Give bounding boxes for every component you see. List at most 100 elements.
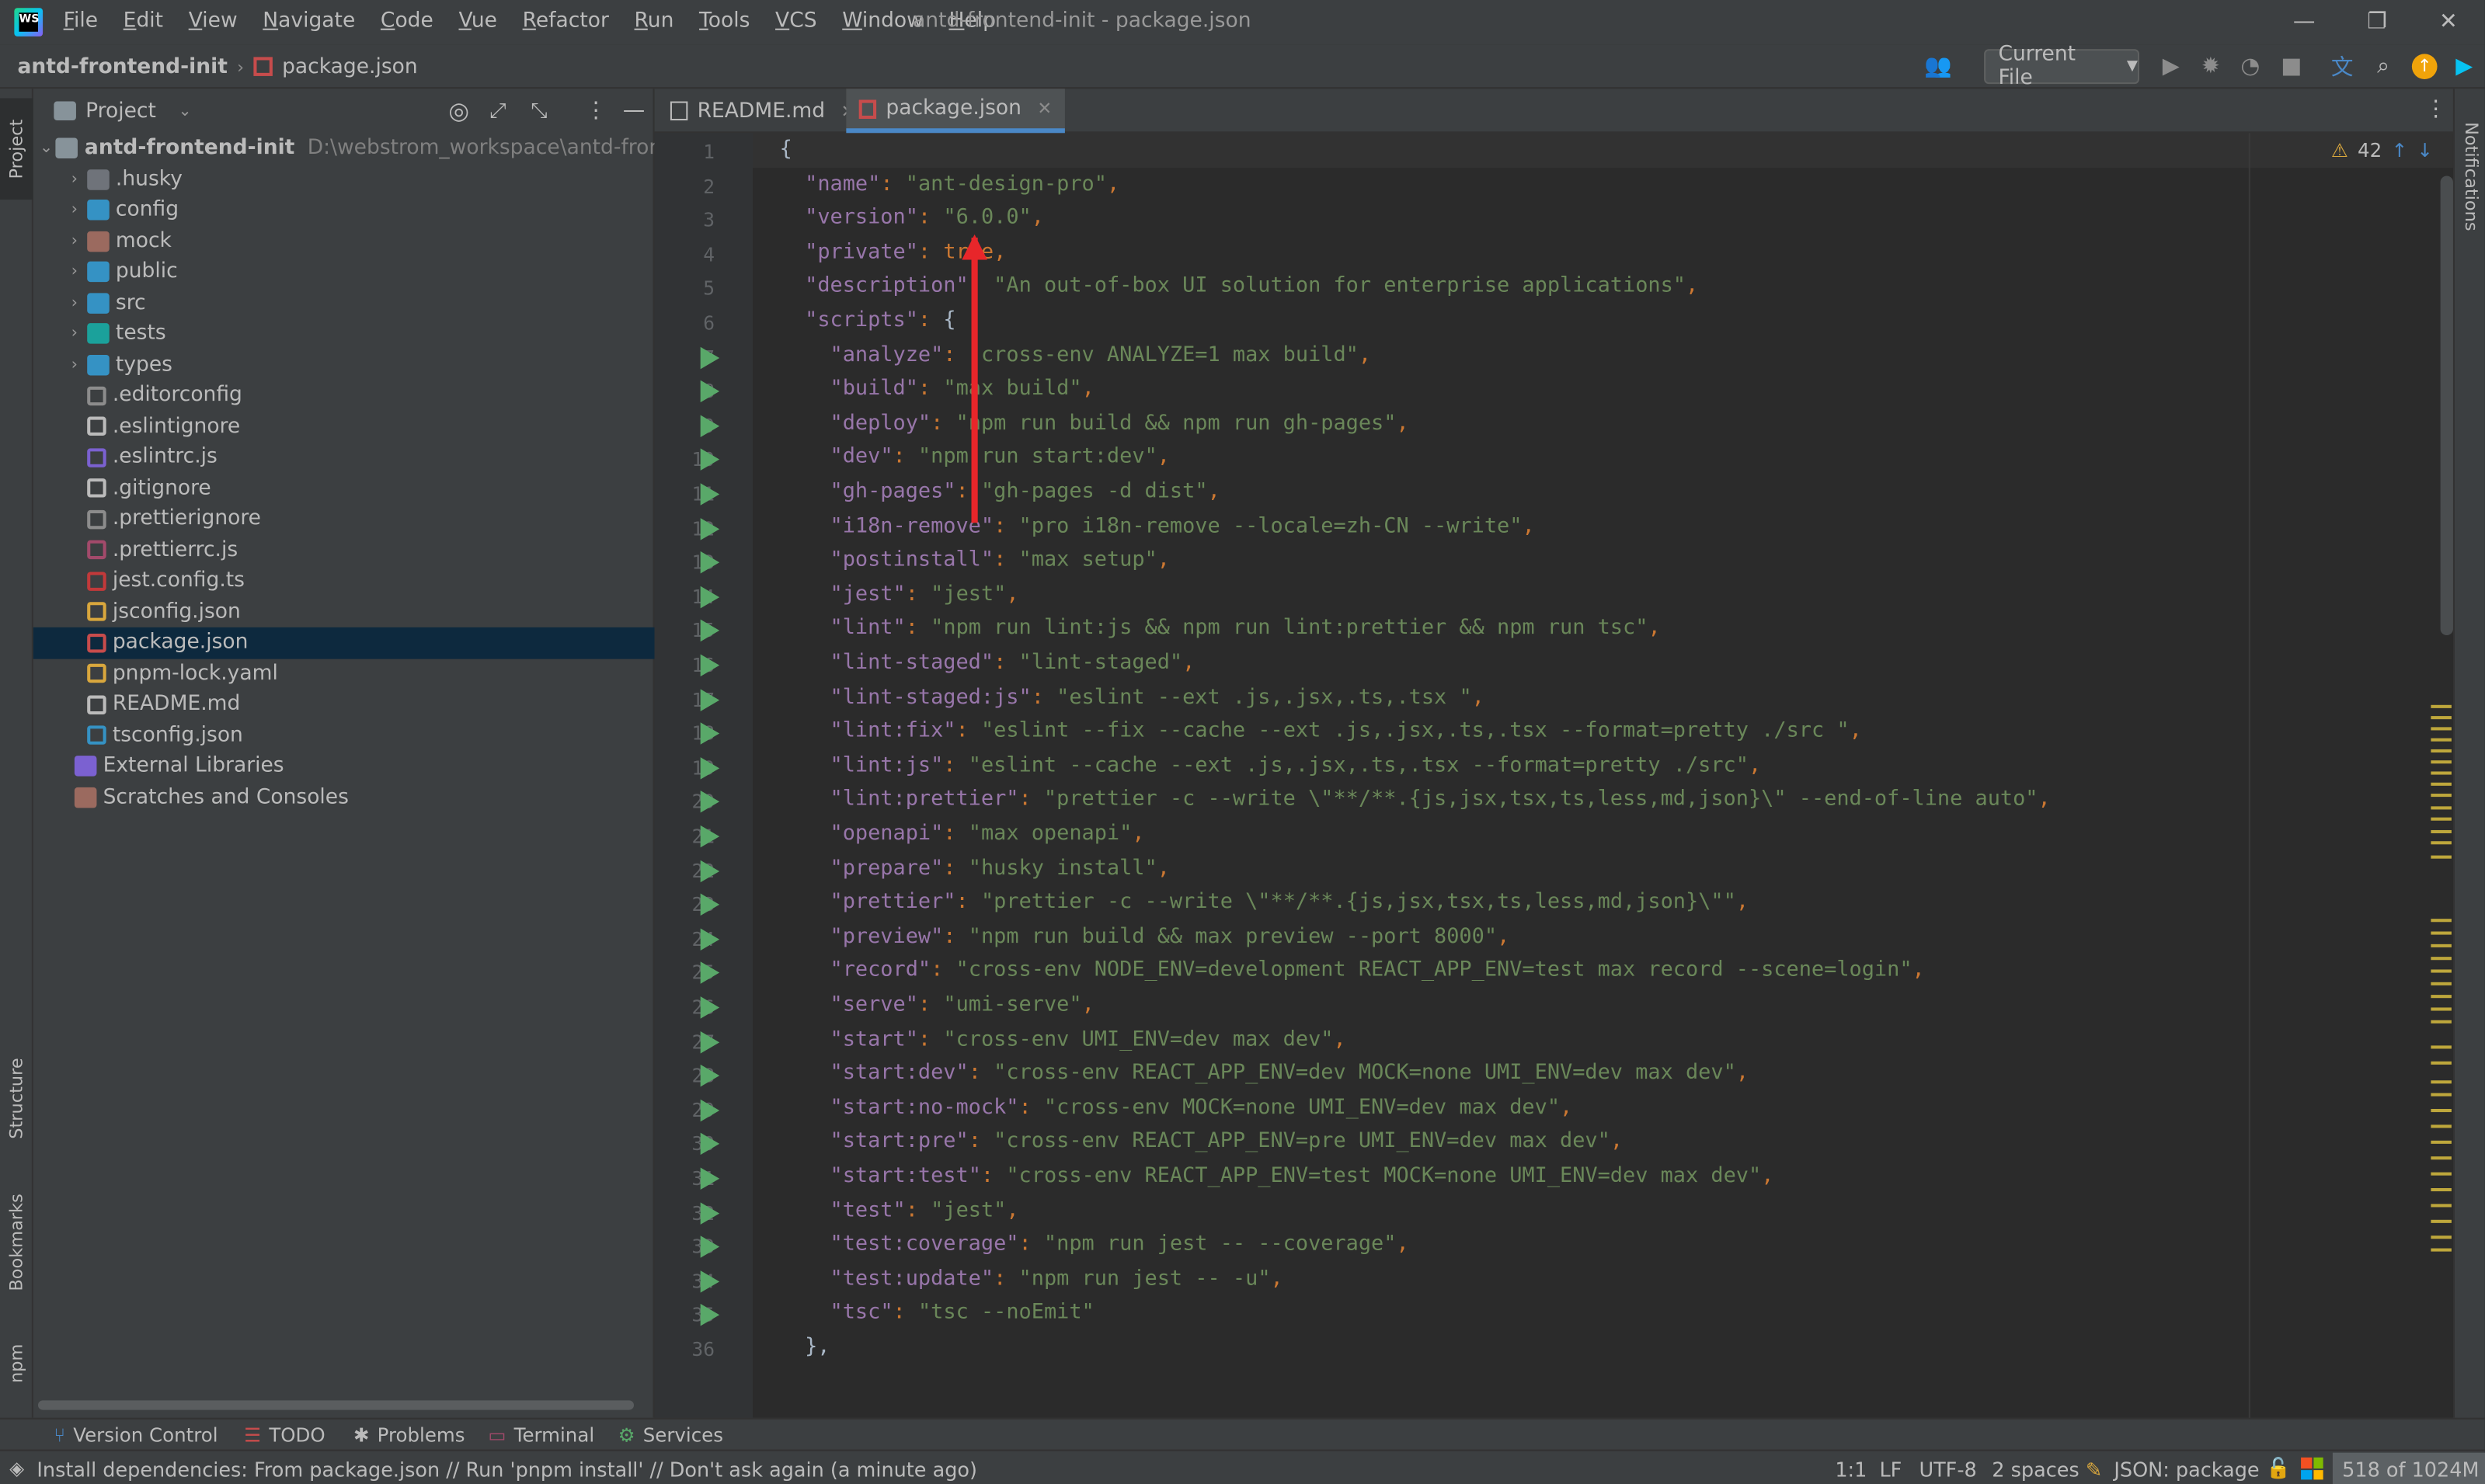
warning-marker[interactable] (2431, 841, 2452, 845)
run-script-icon[interactable] (700, 483, 720, 506)
services-tab[interactable]: ⚙ Services (618, 1420, 723, 1451)
stop-icon[interactable]: ■ (2275, 50, 2307, 82)
project-tool-tab[interactable]: Project (0, 98, 33, 200)
tree-scratches[interactable]: Scratches and Consoles (33, 782, 655, 813)
todo-tab[interactable]: ☰ TODO (244, 1420, 325, 1451)
run-script-icon[interactable] (700, 756, 720, 780)
run-script-icon[interactable] (700, 688, 720, 711)
json-schema[interactable]: JSON: package (2114, 1451, 2259, 1484)
update-icon[interactable]: ↑ (2409, 50, 2441, 82)
project-view-title[interactable]: Project (85, 99, 156, 123)
run-script-icon[interactable] (700, 620, 720, 642)
chevron-right-icon[interactable]: › (65, 226, 84, 257)
tree-file[interactable]: package.json (33, 627, 655, 659)
line-separator[interactable]: LF (1879, 1451, 1902, 1484)
warning-marker[interactable] (2431, 782, 2452, 786)
tree-file[interactable]: pnpm-lock.yaml (33, 659, 655, 690)
run-script-icon[interactable] (700, 1133, 720, 1156)
warning-marker[interactable] (2431, 1204, 2452, 1208)
menu-item-refactor[interactable]: Refactor (510, 0, 621, 44)
project-scrollbar[interactable] (37, 1400, 634, 1410)
caret-position[interactable]: 1:1 (1835, 1451, 1867, 1484)
run-script-icon[interactable] (700, 893, 720, 916)
warning-marker[interactable] (2431, 1061, 2452, 1065)
indent-setting[interactable]: 2 spaces ✎ (1992, 1451, 2102, 1484)
run-script-icon[interactable] (700, 517, 720, 540)
tree-folder[interactable]: › src (33, 287, 655, 318)
status-message[interactable]: ◈ Install dependencies: From package.jso… (9, 1451, 977, 1484)
run-script-icon[interactable] (700, 1099, 720, 1121)
structure-tool-tab[interactable]: Structure (0, 1039, 33, 1158)
memory-indicator[interactable]: 518 of 1024M (2332, 1452, 2485, 1484)
warning-marker[interactable] (2431, 1140, 2452, 1144)
minimize-button[interactable]: — (2267, 0, 2341, 44)
warning-marker[interactable] (2431, 1093, 2452, 1096)
run-script-icon[interactable] (700, 1201, 720, 1225)
warning-marker[interactable] (2431, 944, 2452, 947)
warning-marker[interactable] (2431, 749, 2452, 752)
editor-scrollbar[interactable] (2440, 176, 2453, 636)
tree-file[interactable]: README.md (33, 689, 655, 720)
tree-file[interactable]: .eslintrc.js (33, 442, 655, 473)
warning-marker[interactable] (2431, 727, 2452, 731)
warning-marker[interactable] (2431, 771, 2452, 775)
warning-marker[interactable] (2431, 1045, 2452, 1049)
run-script-icon[interactable] (700, 415, 720, 437)
tab-readme[interactable]: README.md ✕ (658, 89, 868, 133)
run-icon[interactable]: ▶ (2155, 50, 2187, 82)
warning-marker[interactable] (2431, 716, 2452, 720)
expand-all-icon[interactable]: ⤢ (489, 99, 506, 123)
search-icon[interactable]: ⌕ (2368, 50, 2400, 82)
tree-folder[interactable]: › tests (33, 318, 655, 349)
warning-marker[interactable] (2431, 855, 2452, 859)
tree-file[interactable]: .prettierrc.js (33, 535, 655, 566)
file-encoding[interactable]: UTF-8 (1919, 1451, 1976, 1484)
terminal-tab[interactable]: ▭ Terminal (488, 1420, 594, 1451)
menu-item-run[interactable]: Run (621, 0, 687, 44)
run-script-icon[interactable] (700, 449, 720, 471)
menu-item-tools[interactable]: Tools (687, 0, 763, 44)
warning-marker[interactable] (2431, 806, 2452, 810)
problems-tab[interactable]: ✱ Problems (353, 1420, 465, 1451)
tab-package-json[interactable]: package.json ✕ (846, 89, 1065, 134)
warning-marker[interactable] (2431, 1236, 2452, 1239)
bookmarks-tool-tab[interactable]: Bookmarks (0, 1179, 33, 1305)
run-script-icon[interactable] (700, 1167, 720, 1190)
debug-icon[interactable]: ✹ (2194, 50, 2226, 82)
warning-marker[interactable] (2431, 982, 2452, 985)
chevron-right-icon[interactable]: › (65, 318, 84, 349)
inspection-widget[interactable]: ⚠ 42 ↑ ↓ (2331, 140, 2433, 162)
menu-item-vue[interactable]: Vue (446, 0, 510, 44)
tree-folder[interactable]: › mock (33, 226, 655, 257)
run-script-icon[interactable] (700, 551, 720, 574)
warning-marker[interactable] (2431, 738, 2452, 742)
menu-item-navigate[interactable]: Navigate (250, 0, 368, 44)
tree-folder[interactable]: › types (33, 349, 655, 381)
warning-marker[interactable] (2431, 1124, 2452, 1128)
menu-item-view[interactable]: View (176, 0, 250, 44)
arrow-up-icon[interactable]: ↑ (2391, 140, 2407, 162)
version-control-tab[interactable]: ⑂ Version Control (54, 1420, 218, 1451)
warning-marker[interactable] (2431, 817, 2452, 821)
locate-icon[interactable]: ◎ (448, 96, 469, 125)
arrow-down-icon[interactable]: ↓ (2417, 140, 2433, 162)
run-script-icon[interactable] (700, 1065, 720, 1087)
warning-marker[interactable] (2431, 794, 2452, 798)
translate-icon[interactable]: 文 (2327, 50, 2358, 82)
tree-file[interactable]: .prettierignore (33, 504, 655, 535)
run-configuration-select[interactable]: Current File ▼ (1984, 43, 2139, 90)
run-script-icon[interactable] (700, 825, 720, 848)
restore-button[interactable]: ❐ (2341, 0, 2414, 44)
tree-file[interactable]: jsconfig.json (33, 596, 655, 627)
chevron-right-icon[interactable]: › (65, 256, 84, 287)
collaboration-icon[interactable]: 👥 (1917, 50, 1958, 82)
warning-marker[interactable] (2431, 760, 2452, 764)
tree-file[interactable]: .eslintignore (33, 411, 655, 442)
warning-marker[interactable] (2431, 957, 2452, 961)
warning-marker[interactable] (2431, 829, 2452, 834)
run-script-icon[interactable] (700, 1236, 720, 1259)
collapse-all-icon[interactable]: ⤡ (531, 99, 547, 123)
run-script-icon[interactable] (700, 654, 720, 677)
close-tab-icon[interactable]: ✕ (1037, 98, 1052, 119)
tree-folder[interactable]: › public (33, 256, 655, 287)
